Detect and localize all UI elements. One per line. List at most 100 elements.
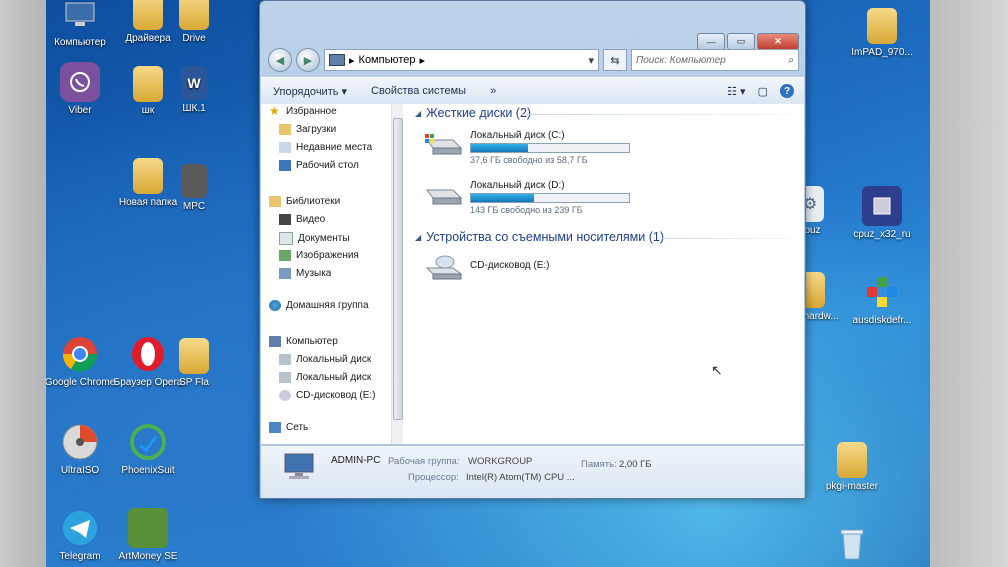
drive-name: Локальный диск (D:) <box>470 180 565 191</box>
desktop-icon-shk1[interactable]: W ШК.1 <box>174 66 214 115</box>
drive-name: CD-дисковод (E:) <box>470 260 550 271</box>
drive-icon <box>279 354 291 365</box>
cpu-value: Intel(R) Atom(TM) CPU ... <box>466 472 575 483</box>
video-icon <box>279 214 291 225</box>
pc-name: ADMIN-PC <box>331 455 381 466</box>
drive-icon <box>426 189 463 205</box>
computer-icon <box>269 336 281 347</box>
desktop-icon-pkgi-master[interactable]: pkgi-master <box>816 442 888 493</box>
search-icon: ⌕ <box>788 54 794 66</box>
folder-icon <box>133 0 163 30</box>
nav-item-libraries[interactable]: Библиотеки <box>269 196 340 207</box>
chevron-down-icon[interactable]: ▾ <box>588 54 594 67</box>
drive-free-space: 37,6 ГБ свободно из 58,7 ГБ <box>470 155 588 165</box>
scrollbar-thumb[interactable] <box>393 118 403 420</box>
desktop-icon-ausdiskdefrag[interactable]: ausdiskdefr... <box>846 272 918 327</box>
group-header-hard-disks[interactable]: ◢ Жесткие диски (2) <box>415 106 531 120</box>
drive-usage-bar <box>470 193 630 203</box>
desktop-icon <box>279 160 291 171</box>
desktop-icon-telegram[interactable]: Telegram <box>46 508 116 563</box>
cpu-icon <box>862 186 902 226</box>
group-header-removable[interactable]: ◢ Устройства со съемными носителями (1) <box>415 230 664 244</box>
desktop-icon-drive[interactable]: Drive <box>174 0 214 45</box>
desktop-icon-mpc[interactable]: MPC <box>174 164 214 213</box>
view-options-icon[interactable]: ☷ ▾ <box>727 85 745 98</box>
address-bar[interactable]: ▸ Компьютер ▸ ▾ <box>324 49 599 71</box>
forward-button[interactable]: ▶ <box>296 48 320 72</box>
nav-item-local-disk-d[interactable]: Локальный диск <box>279 372 371 383</box>
desktop-icon-chrome[interactable]: Google Chrome <box>46 334 116 389</box>
computer-icon <box>284 453 314 479</box>
recent-places-icon <box>279 142 291 153</box>
nav-item-documents[interactable]: Документы <box>279 232 350 245</box>
back-button[interactable]: ◀ <box>268 48 292 72</box>
memory-value: 2,00 ГБ <box>619 459 652 470</box>
collapse-arrow-icon: ◢ <box>415 108 422 118</box>
network-icon <box>269 422 281 433</box>
nav-item-desktop[interactable]: Рабочий стол <box>279 160 359 171</box>
folder-icon <box>179 0 209 30</box>
details-pane: ADMIN-PC Рабочая группа: WORKGROUP Памят… <box>261 445 804 498</box>
cpu-label: Процессор: <box>408 472 459 483</box>
desktop-icon-ultraiso[interactable]: UltraISO <box>46 422 116 477</box>
folder-icon <box>837 442 867 478</box>
desktop-icon-computer[interactable]: Компьютер <box>46 0 116 49</box>
memory-label: Память: <box>581 459 617 470</box>
desktop-icon-phoenixsuit[interactable]: PhoenixSuit <box>112 422 184 477</box>
cd-drive-icon <box>279 390 291 401</box>
drive-free-space: 143 ГБ свободно из 239 ГБ <box>470 205 583 215</box>
title-bar[interactable] <box>260 1 805 31</box>
drive-icon <box>279 372 291 383</box>
documents-icon <box>279 232 293 245</box>
drive-usage-fill <box>471 194 535 202</box>
file-list: ◢ Жесткие диски (2) Локальный диск (C:) 3… <box>403 104 804 444</box>
desktop-icon-cpuz-x32[interactable]: cpuz_x32_ru <box>846 186 918 241</box>
navigation-pane: ★ Избранное Загрузки Недавние места Рабоч… <box>261 104 392 444</box>
folder-icon <box>179 338 209 374</box>
system-properties-button[interactable]: Свойства системы <box>359 85 478 97</box>
search-input[interactable]: Поиск: Компьютер ⌕ <box>631 49 799 71</box>
star-icon: ★ <box>269 106 280 117</box>
nav-item-favorites[interactable]: ★ Избранное <box>269 106 337 117</box>
chrome-icon <box>60 334 100 374</box>
group-divider <box>661 238 791 239</box>
music-icon <box>279 268 291 279</box>
nav-item-network[interactable]: Сеть <box>269 422 308 433</box>
folder-icon <box>867 8 897 44</box>
search-placeholder: Поиск: Компьютер <box>636 54 726 66</box>
nav-item-computer[interactable]: Компьютер <box>269 336 338 347</box>
organize-button[interactable]: Упорядочить ▾ <box>261 85 359 98</box>
address-location[interactable]: Компьютер <box>359 54 416 66</box>
preview-pane-icon[interactable]: ▢ <box>758 85 768 98</box>
phoenix-icon <box>128 422 168 462</box>
desktop-icon-viber[interactable]: Viber <box>46 62 116 117</box>
drive-usage-bar <box>470 143 630 153</box>
drive-usage-fill <box>471 144 528 152</box>
nav-item-video[interactable]: Видео <box>279 214 325 225</box>
word-doc-icon: W <box>181 66 207 100</box>
more-commands-button[interactable]: » <box>478 85 508 97</box>
nav-item-cd-drive[interactable]: CD-дисковод (E:) <box>279 390 376 401</box>
disc-icon <box>60 422 100 462</box>
desktop-icon-artmoney[interactable]: ArtMoney SE <box>112 508 184 563</box>
opera-icon <box>128 334 168 374</box>
nav-item-local-disk-c[interactable]: Локальный диск <box>279 354 371 365</box>
desktop-icon-impad[interactable]: ImPAD_970... <box>846 8 918 59</box>
homegroup-icon <box>269 300 281 311</box>
windows-drive-icon <box>425 134 463 155</box>
desktop-icon-spflash[interactable]: SP Fla <box>174 338 214 389</box>
nav-item-homegroup[interactable]: Домашняя группа <box>269 300 369 311</box>
nav-item-pictures[interactable]: Изображения <box>279 250 359 261</box>
help-icon[interactable]: ? <box>780 84 794 98</box>
navpane-scrollbar[interactable] <box>391 104 403 444</box>
command-bar: Упорядочить ▾ Свойства системы » ☷ ▾ ▢ ? <box>261 77 804 105</box>
nav-item-music[interactable]: Музыка <box>279 268 331 279</box>
viber-icon <box>60 62 100 102</box>
nav-item-recent-places[interactable]: Недавние места <box>279 142 372 153</box>
pictures-icon <box>279 250 291 261</box>
desktop-icon-recycle-bin[interactable] <box>816 524 888 567</box>
refresh-button[interactable]: ⇆ <box>603 49 627 71</box>
downloads-icon <box>279 124 291 135</box>
nav-item-downloads[interactable]: Загрузки <box>279 124 336 135</box>
address-separator-2: ▸ <box>419 54 425 67</box>
